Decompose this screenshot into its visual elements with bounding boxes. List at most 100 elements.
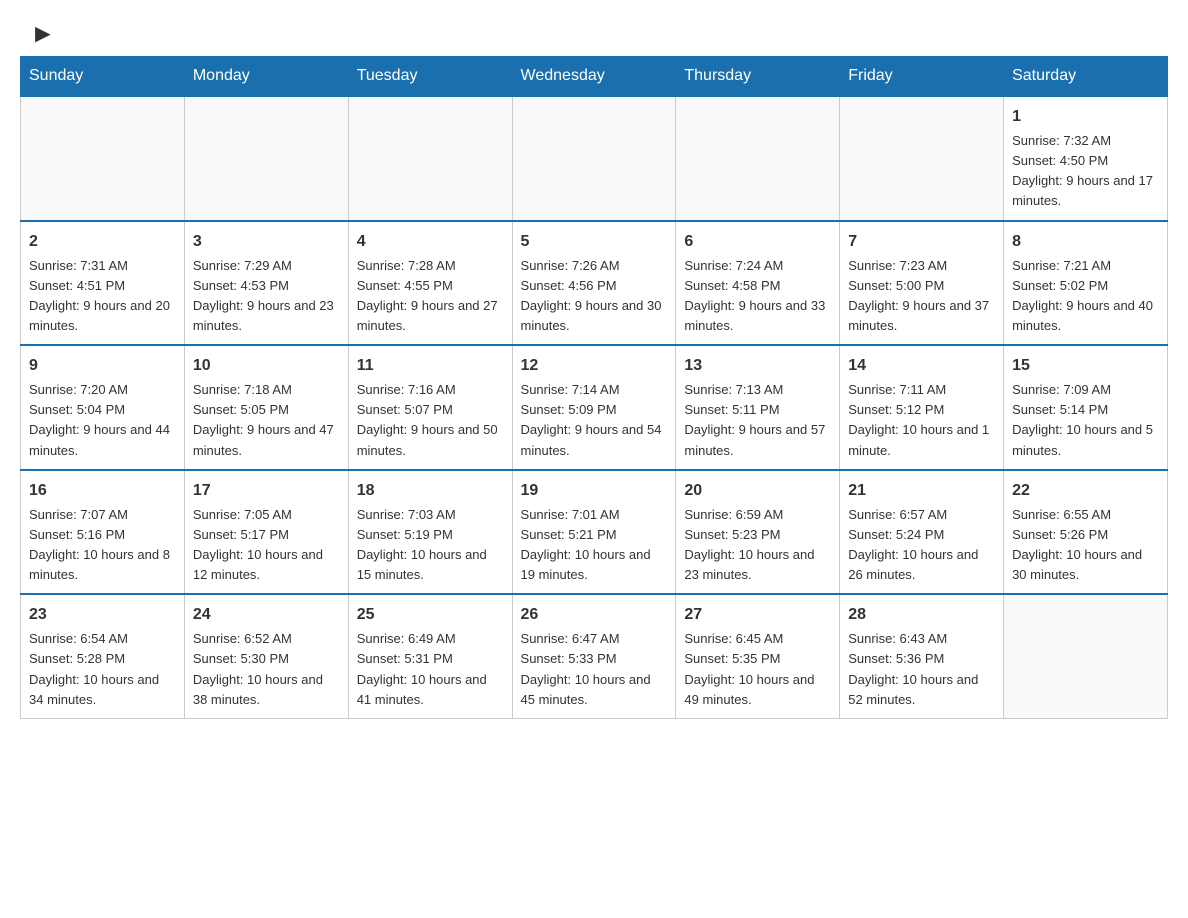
day-info: Sunrise: 7:32 AM Sunset: 4:50 PM Dayligh… <box>1012 131 1159 212</box>
calendar-cell: 11Sunrise: 7:16 AM Sunset: 5:07 PM Dayli… <box>348 345 512 470</box>
day-number: 8 <box>1012 230 1159 254</box>
day-info: Sunrise: 7:21 AM Sunset: 5:02 PM Dayligh… <box>1012 256 1159 337</box>
weekday-monday: Monday <box>184 57 348 97</box>
calendar-cell <box>512 96 676 221</box>
calendar-cell: 26Sunrise: 6:47 AM Sunset: 5:33 PM Dayli… <box>512 594 676 718</box>
day-number: 12 <box>521 354 668 378</box>
calendar-cell: 9Sunrise: 7:20 AM Sunset: 5:04 PM Daylig… <box>21 345 185 470</box>
day-info: Sunrise: 7:14 AM Sunset: 5:09 PM Dayligh… <box>521 380 668 461</box>
week-row-3: 9Sunrise: 7:20 AM Sunset: 5:04 PM Daylig… <box>21 345 1168 470</box>
day-info: Sunrise: 6:55 AM Sunset: 5:26 PM Dayligh… <box>1012 505 1159 586</box>
day-number: 22 <box>1012 479 1159 503</box>
calendar-cell <box>21 96 185 221</box>
day-number: 28 <box>848 603 995 627</box>
day-number: 16 <box>29 479 176 503</box>
logo: ► <box>30 20 56 46</box>
calendar-cell: 16Sunrise: 7:07 AM Sunset: 5:16 PM Dayli… <box>21 470 185 595</box>
calendar-cell: 22Sunrise: 6:55 AM Sunset: 5:26 PM Dayli… <box>1004 470 1168 595</box>
calendar-cell: 24Sunrise: 6:52 AM Sunset: 5:30 PM Dayli… <box>184 594 348 718</box>
calendar-cell: 3Sunrise: 7:29 AM Sunset: 4:53 PM Daylig… <box>184 221 348 346</box>
calendar-cell: 25Sunrise: 6:49 AM Sunset: 5:31 PM Dayli… <box>348 594 512 718</box>
calendar-cell <box>184 96 348 221</box>
day-number: 26 <box>521 603 668 627</box>
day-number: 7 <box>848 230 995 254</box>
calendar-cell: 6Sunrise: 7:24 AM Sunset: 4:58 PM Daylig… <box>676 221 840 346</box>
day-number: 3 <box>193 230 340 254</box>
calendar-cell <box>1004 594 1168 718</box>
calendar-cell: 10Sunrise: 7:18 AM Sunset: 5:05 PM Dayli… <box>184 345 348 470</box>
day-info: Sunrise: 6:49 AM Sunset: 5:31 PM Dayligh… <box>357 629 504 710</box>
day-info: Sunrise: 6:43 AM Sunset: 5:36 PM Dayligh… <box>848 629 995 710</box>
day-number: 15 <box>1012 354 1159 378</box>
calendar-cell <box>676 96 840 221</box>
calendar-cell: 17Sunrise: 7:05 AM Sunset: 5:17 PM Dayli… <box>184 470 348 595</box>
day-info: Sunrise: 6:47 AM Sunset: 5:33 PM Dayligh… <box>521 629 668 710</box>
weekday-saturday: Saturday <box>1004 57 1168 97</box>
week-row-2: 2Sunrise: 7:31 AM Sunset: 4:51 PM Daylig… <box>21 221 1168 346</box>
day-info: Sunrise: 7:11 AM Sunset: 5:12 PM Dayligh… <box>848 380 995 461</box>
day-info: Sunrise: 7:16 AM Sunset: 5:07 PM Dayligh… <box>357 380 504 461</box>
day-number: 10 <box>193 354 340 378</box>
week-row-5: 23Sunrise: 6:54 AM Sunset: 5:28 PM Dayli… <box>21 594 1168 718</box>
day-number: 5 <box>521 230 668 254</box>
calendar-table: SundayMondayTuesdayWednesdayThursdayFrid… <box>20 56 1168 719</box>
week-row-1: 1Sunrise: 7:32 AM Sunset: 4:50 PM Daylig… <box>21 96 1168 221</box>
day-number: 6 <box>684 230 831 254</box>
calendar-cell: 4Sunrise: 7:28 AM Sunset: 4:55 PM Daylig… <box>348 221 512 346</box>
calendar-cell: 5Sunrise: 7:26 AM Sunset: 4:56 PM Daylig… <box>512 221 676 346</box>
calendar-cell: 13Sunrise: 7:13 AM Sunset: 5:11 PM Dayli… <box>676 345 840 470</box>
day-info: Sunrise: 7:01 AM Sunset: 5:21 PM Dayligh… <box>521 505 668 586</box>
weekday-tuesday: Tuesday <box>348 57 512 97</box>
day-number: 25 <box>357 603 504 627</box>
day-number: 1 <box>1012 105 1159 129</box>
weekday-wednesday: Wednesday <box>512 57 676 97</box>
day-number: 9 <box>29 354 176 378</box>
week-row-4: 16Sunrise: 7:07 AM Sunset: 5:16 PM Dayli… <box>21 470 1168 595</box>
day-number: 21 <box>848 479 995 503</box>
calendar-cell: 21Sunrise: 6:57 AM Sunset: 5:24 PM Dayli… <box>840 470 1004 595</box>
day-number: 4 <box>357 230 504 254</box>
day-number: 2 <box>29 230 176 254</box>
calendar-cell: 28Sunrise: 6:43 AM Sunset: 5:36 PM Dayli… <box>840 594 1004 718</box>
day-info: Sunrise: 7:05 AM Sunset: 5:17 PM Dayligh… <box>193 505 340 586</box>
day-number: 17 <box>193 479 340 503</box>
calendar-cell: 18Sunrise: 7:03 AM Sunset: 5:19 PM Dayli… <box>348 470 512 595</box>
day-info: Sunrise: 6:54 AM Sunset: 5:28 PM Dayligh… <box>29 629 176 710</box>
weekday-friday: Friday <box>840 57 1004 97</box>
day-number: 24 <box>193 603 340 627</box>
weekday-sunday: Sunday <box>21 57 185 97</box>
day-info: Sunrise: 6:59 AM Sunset: 5:23 PM Dayligh… <box>684 505 831 586</box>
calendar-wrapper: SundayMondayTuesdayWednesdayThursdayFrid… <box>0 56 1188 739</box>
calendar-cell: 23Sunrise: 6:54 AM Sunset: 5:28 PM Dayli… <box>21 594 185 718</box>
day-info: Sunrise: 7:23 AM Sunset: 5:00 PM Dayligh… <box>848 256 995 337</box>
day-number: 23 <box>29 603 176 627</box>
day-number: 19 <box>521 479 668 503</box>
calendar-cell: 15Sunrise: 7:09 AM Sunset: 5:14 PM Dayli… <box>1004 345 1168 470</box>
day-info: Sunrise: 7:09 AM Sunset: 5:14 PM Dayligh… <box>1012 380 1159 461</box>
day-info: Sunrise: 7:07 AM Sunset: 5:16 PM Dayligh… <box>29 505 176 586</box>
day-info: Sunrise: 7:28 AM Sunset: 4:55 PM Dayligh… <box>357 256 504 337</box>
day-info: Sunrise: 7:31 AM Sunset: 4:51 PM Dayligh… <box>29 256 176 337</box>
day-number: 20 <box>684 479 831 503</box>
day-info: Sunrise: 7:13 AM Sunset: 5:11 PM Dayligh… <box>684 380 831 461</box>
calendar-cell: 7Sunrise: 7:23 AM Sunset: 5:00 PM Daylig… <box>840 221 1004 346</box>
weekday-header-row: SundayMondayTuesdayWednesdayThursdayFrid… <box>21 57 1168 97</box>
day-info: Sunrise: 7:20 AM Sunset: 5:04 PM Dayligh… <box>29 380 176 461</box>
day-number: 18 <box>357 479 504 503</box>
day-number: 14 <box>848 354 995 378</box>
day-info: Sunrise: 7:26 AM Sunset: 4:56 PM Dayligh… <box>521 256 668 337</box>
day-info: Sunrise: 6:45 AM Sunset: 5:35 PM Dayligh… <box>684 629 831 710</box>
calendar-cell: 20Sunrise: 6:59 AM Sunset: 5:23 PM Dayli… <box>676 470 840 595</box>
weekday-thursday: Thursday <box>676 57 840 97</box>
day-info: Sunrise: 7:03 AM Sunset: 5:19 PM Dayligh… <box>357 505 504 586</box>
day-info: Sunrise: 6:57 AM Sunset: 5:24 PM Dayligh… <box>848 505 995 586</box>
day-info: Sunrise: 7:24 AM Sunset: 4:58 PM Dayligh… <box>684 256 831 337</box>
day-number: 11 <box>357 354 504 378</box>
calendar-cell: 27Sunrise: 6:45 AM Sunset: 5:35 PM Dayli… <box>676 594 840 718</box>
calendar-cell: 8Sunrise: 7:21 AM Sunset: 5:02 PM Daylig… <box>1004 221 1168 346</box>
day-number: 27 <box>684 603 831 627</box>
day-number: 13 <box>684 354 831 378</box>
calendar-cell: 14Sunrise: 7:11 AM Sunset: 5:12 PM Dayli… <box>840 345 1004 470</box>
calendar-cell: 12Sunrise: 7:14 AM Sunset: 5:09 PM Dayli… <box>512 345 676 470</box>
day-info: Sunrise: 7:29 AM Sunset: 4:53 PM Dayligh… <box>193 256 340 337</box>
